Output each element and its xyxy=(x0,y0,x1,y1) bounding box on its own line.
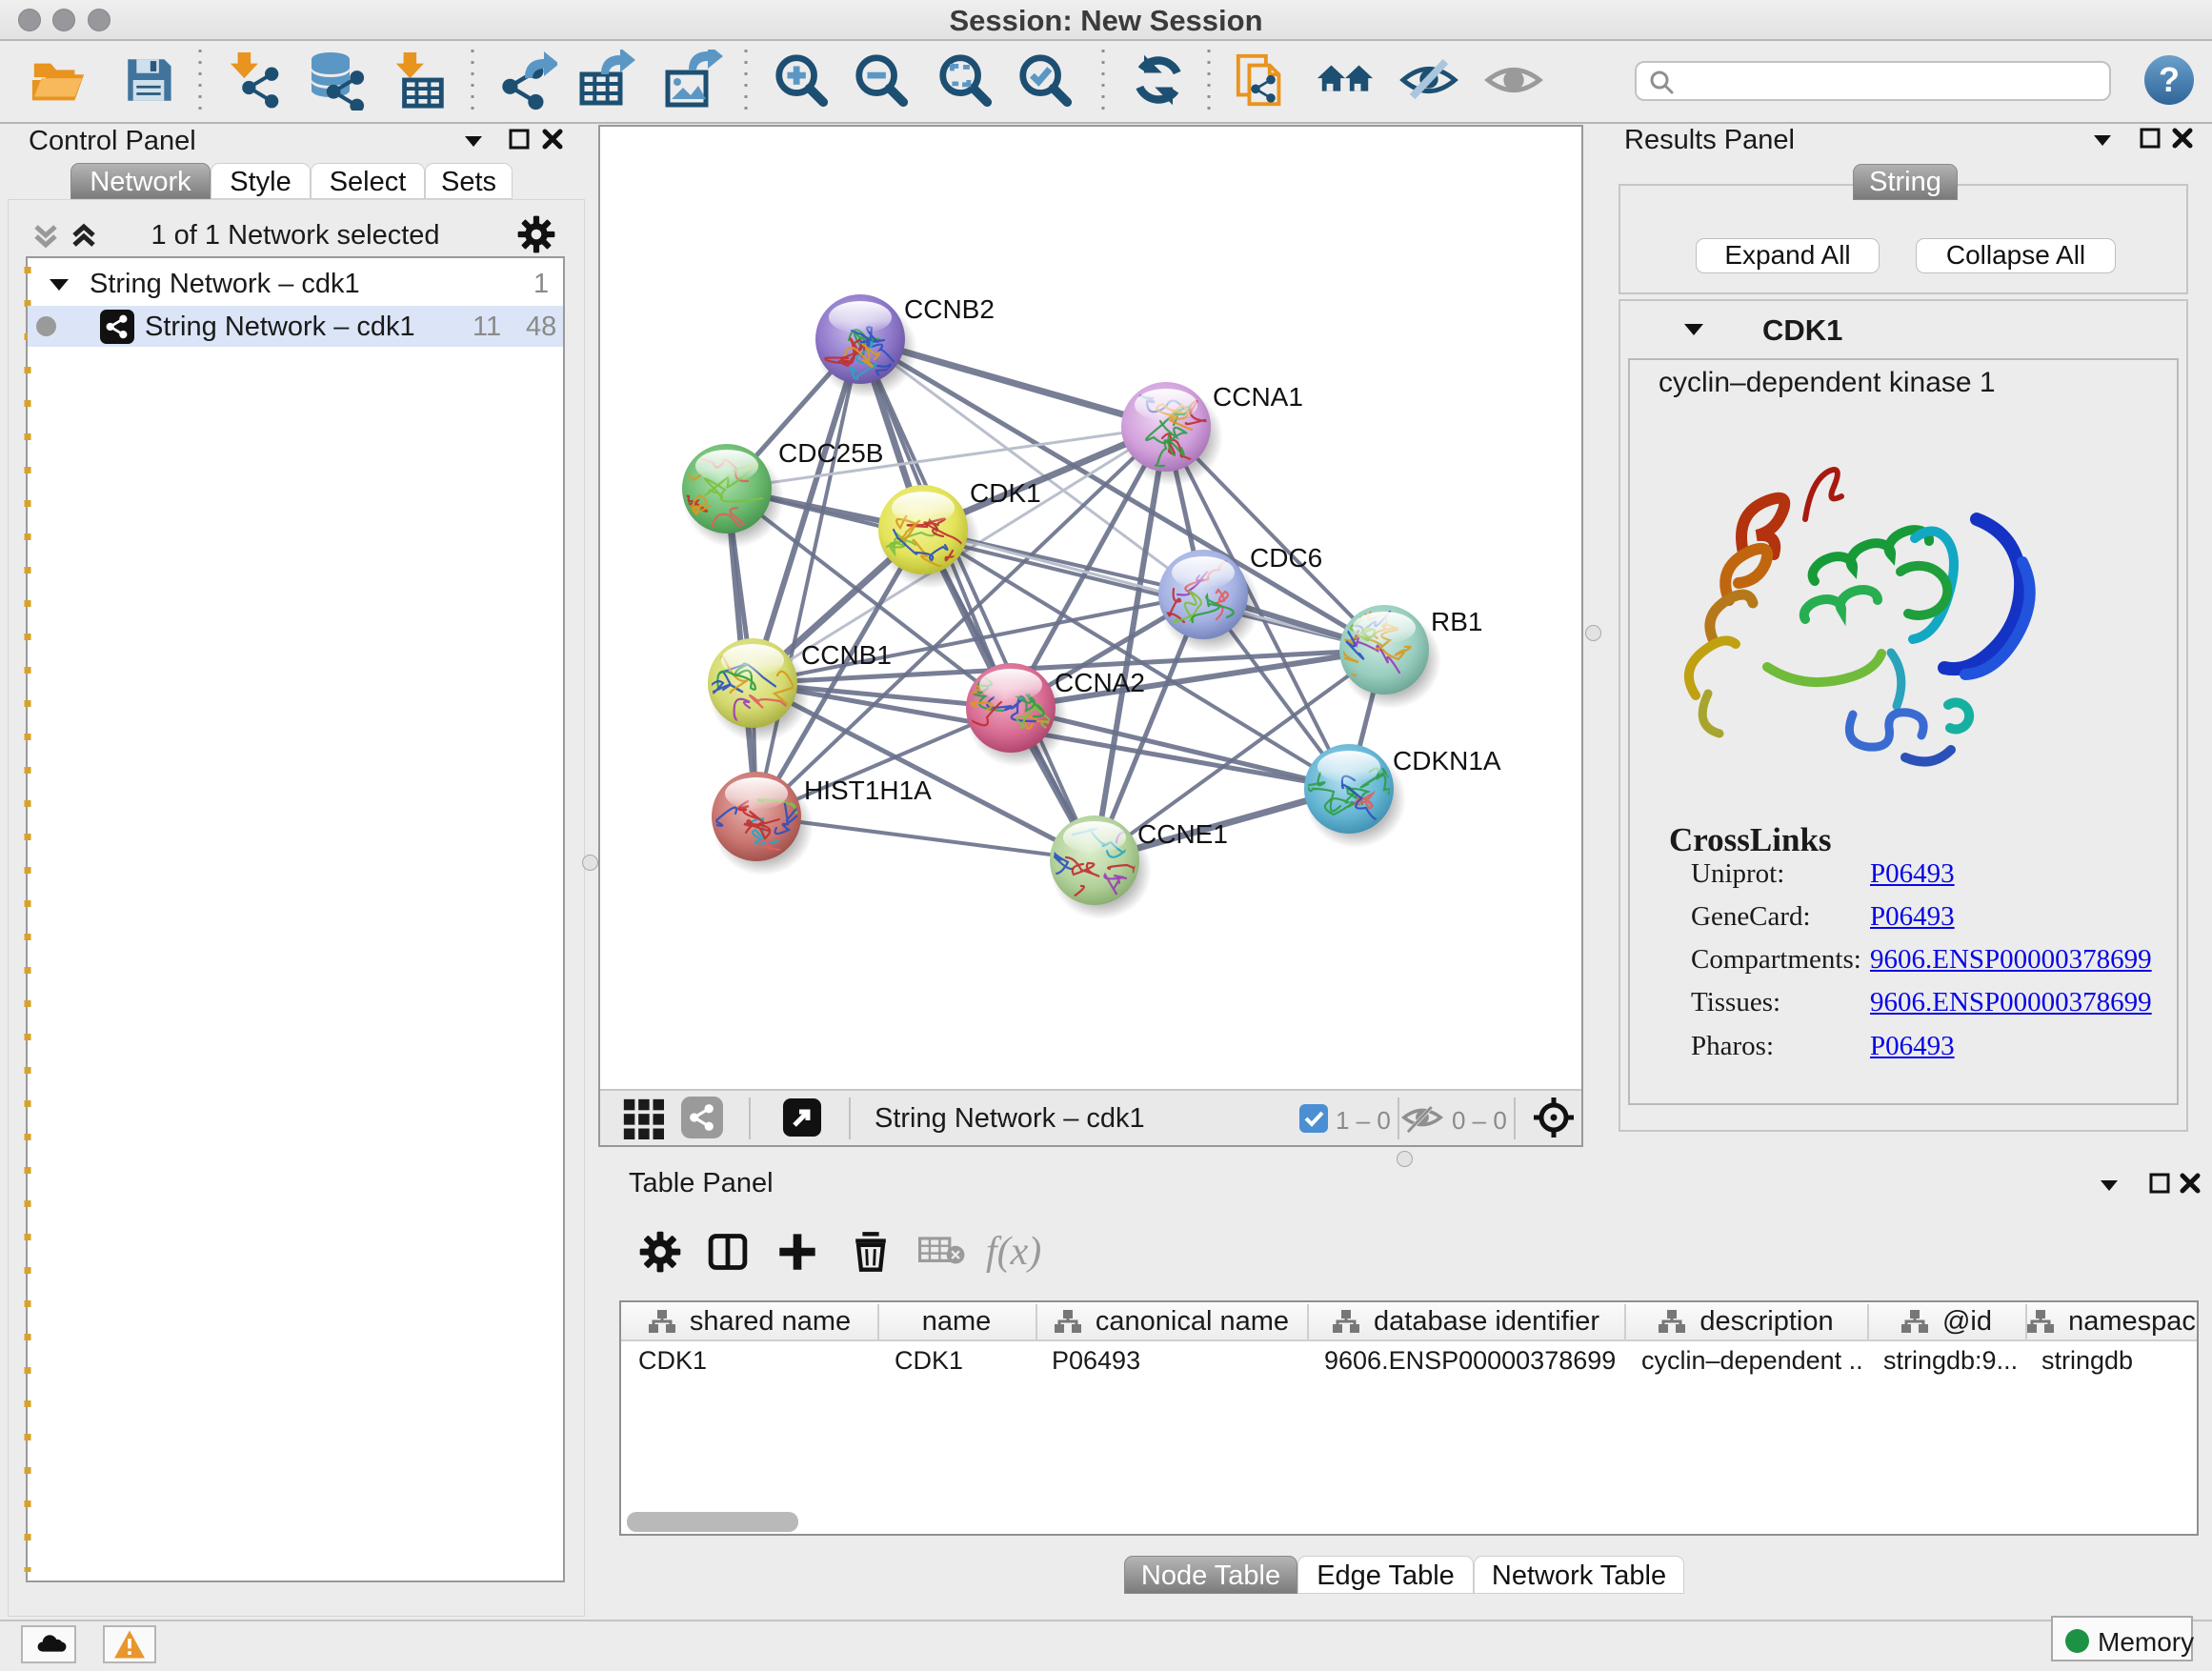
svg-text:CCNA2: CCNA2 xyxy=(1055,668,1145,697)
svg-text:CDC6: CDC6 xyxy=(1250,543,1322,573)
svg-text:CCNB2: CCNB2 xyxy=(904,294,995,324)
svg-text:CDK1: CDK1 xyxy=(970,478,1041,508)
svg-text:CCNB1: CCNB1 xyxy=(801,640,892,670)
svg-text:CDKN1A: CDKN1A xyxy=(1393,746,1501,775)
svg-text:RB1: RB1 xyxy=(1431,607,1482,636)
svg-text:CDC25B: CDC25B xyxy=(778,438,883,468)
svg-text:CCNA1: CCNA1 xyxy=(1213,382,1303,412)
svg-text:HIST1H1A: HIST1H1A xyxy=(804,775,932,805)
svg-text:CCNE1: CCNE1 xyxy=(1137,819,1228,849)
